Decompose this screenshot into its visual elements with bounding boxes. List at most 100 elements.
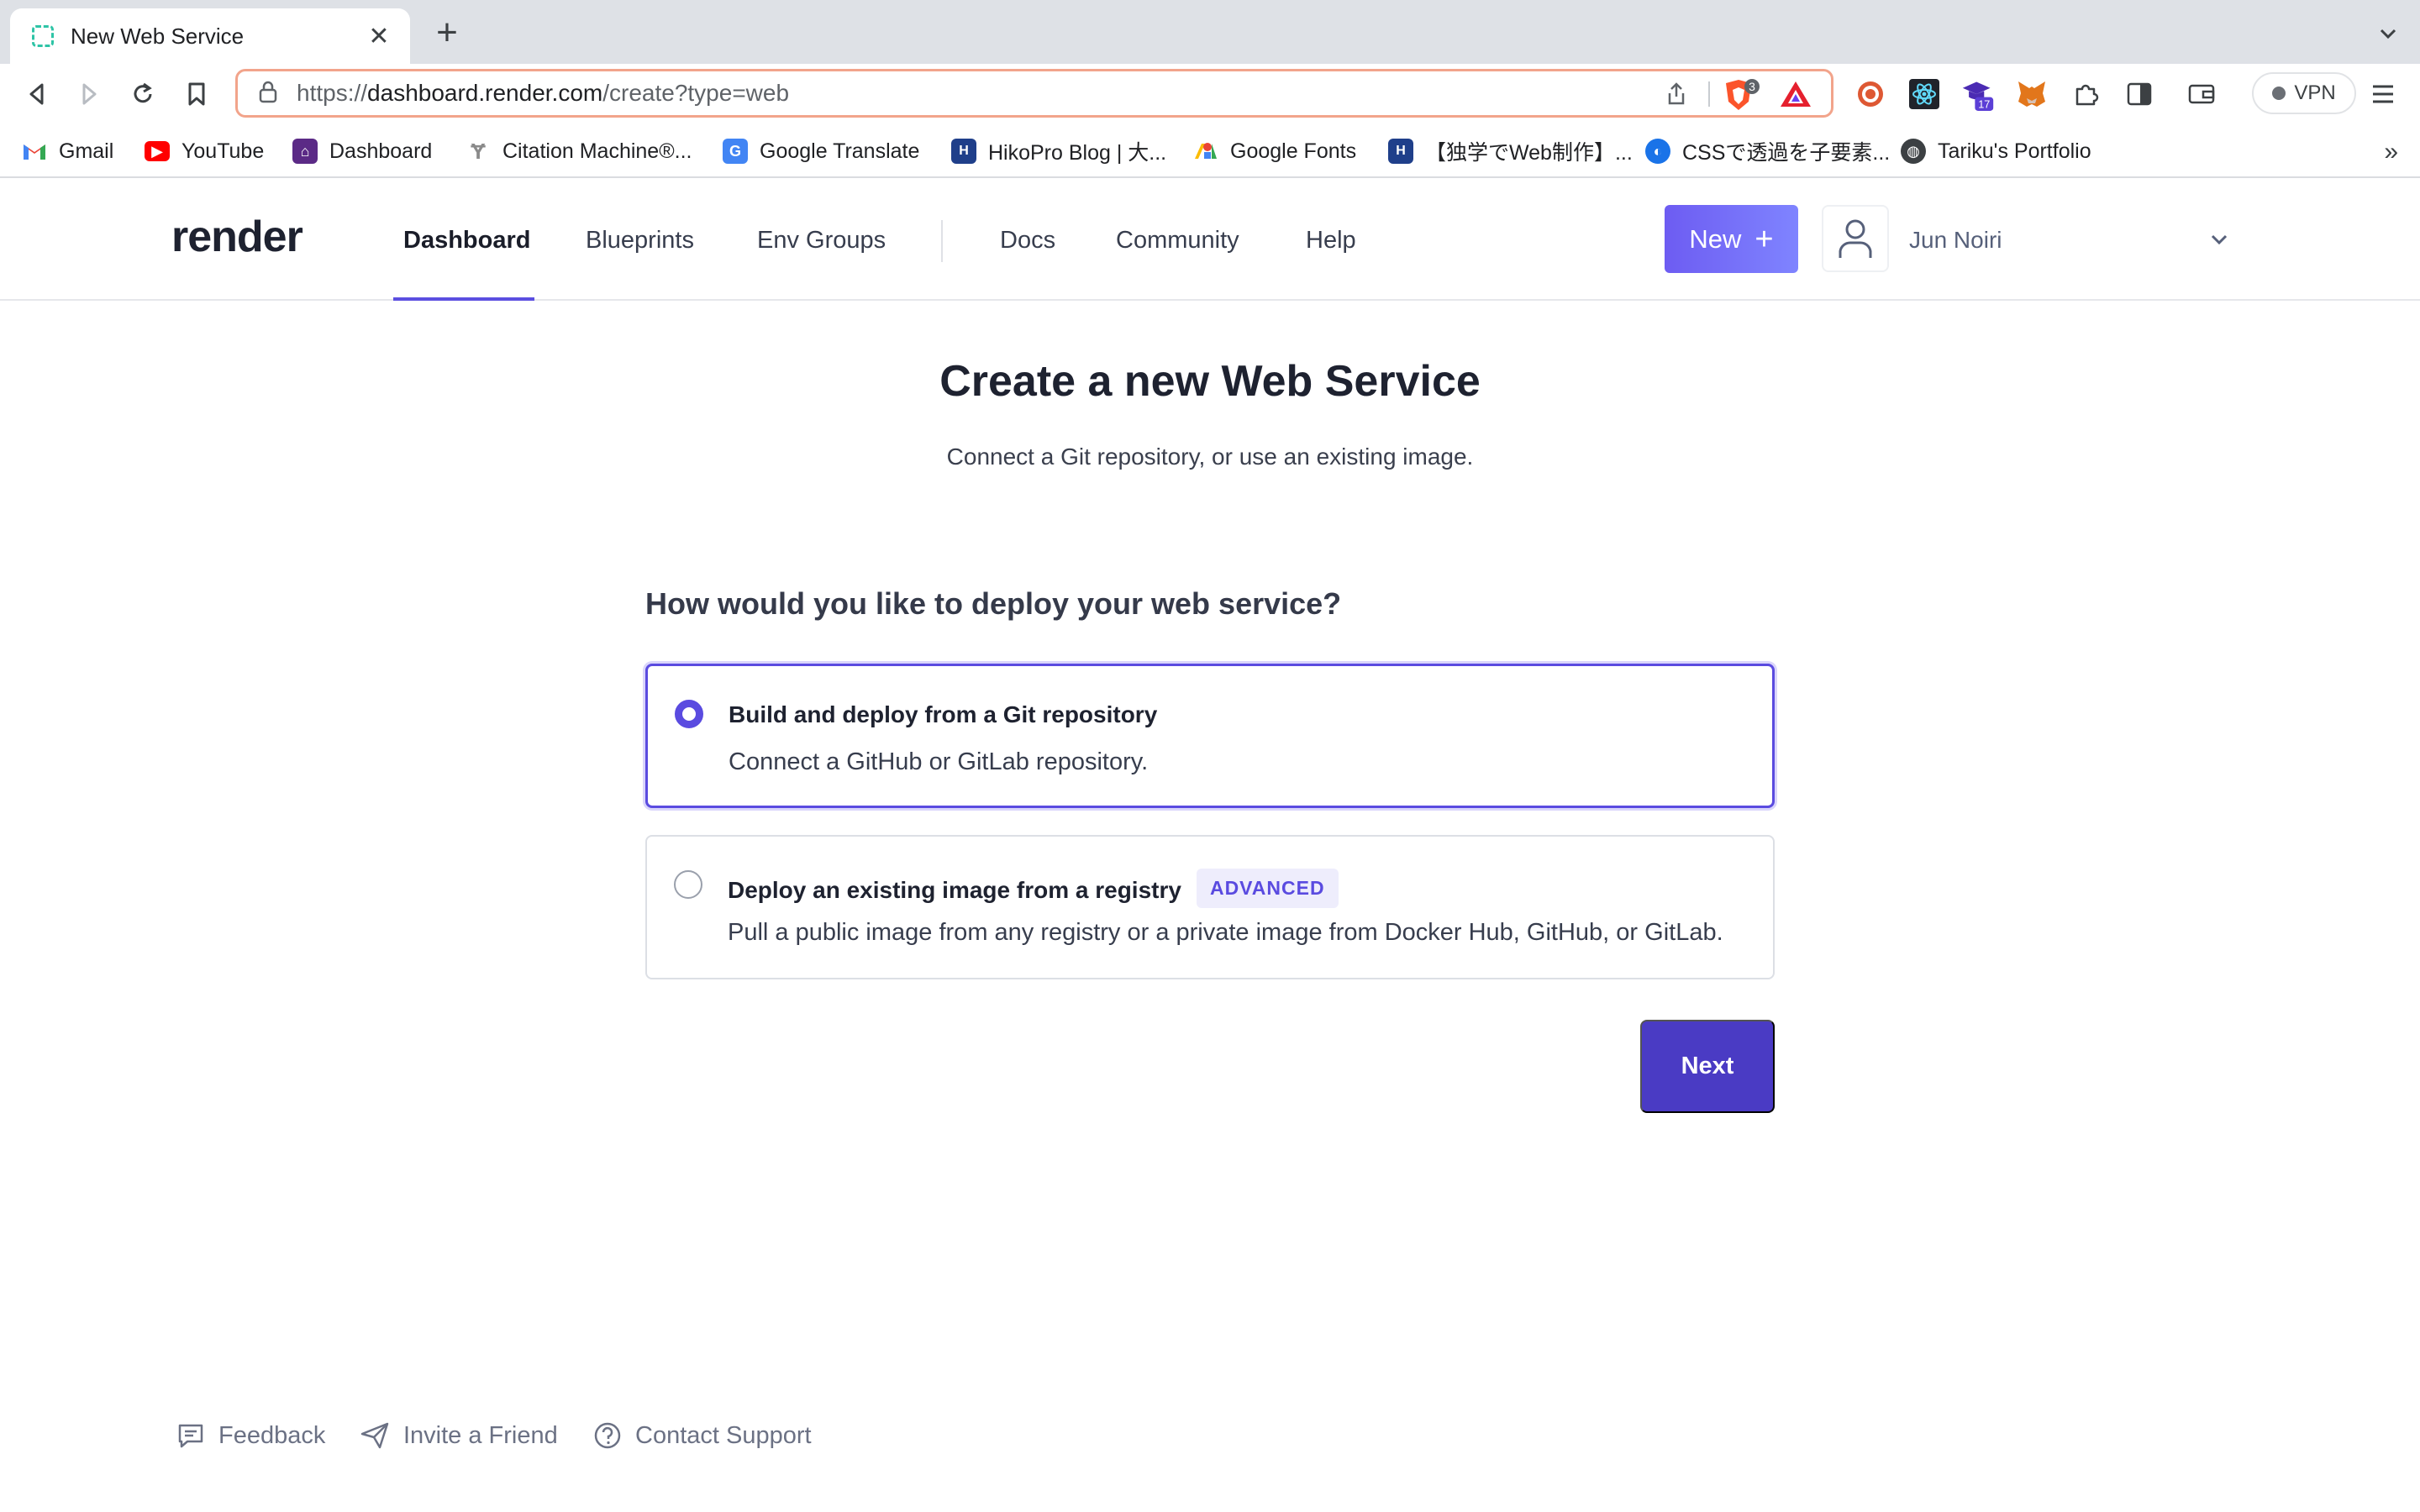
browser-tab-bar: New Web Service ✕ + [0,0,2420,64]
browser-toolbar: https://dashboard.render.com/create?type… [0,64,2420,124]
bookmark-icon[interactable] [178,76,215,113]
brave-rewards-icon[interactable] [1779,80,1812,113]
active-nav-indicator [393,297,534,301]
bookmark-google-translate[interactable]: G Google Translate [723,136,919,166]
react-devtools-extension-icon[interactable] [1907,77,1941,111]
url-host: dashboard.render.com [367,80,603,106]
css-site-icon: ◐ [1645,139,1670,164]
google-translate-icon: G [723,139,748,164]
shield-count: 3 [1749,80,1755,93]
hikopro-icon: H [951,139,976,164]
contact-support-label: Contact Support [635,1421,812,1449]
wallet-icon[interactable] [2185,77,2218,111]
send-icon [360,1422,389,1449]
page-title-prefix: Create a new [939,357,1210,406]
tab-search-chevron-icon[interactable] [2375,20,2402,47]
browser-tab[interactable]: New Web Service ✕ [10,8,410,64]
bookmark-google-fonts[interactable]: Google Fonts [1193,136,1356,166]
bookmark-web-seisaku[interactable]: H 【独学でWeb制作】... [1388,136,1633,166]
address-bar-divider [1708,81,1710,107]
feedback-label: Feedback [218,1421,326,1449]
extensions-puzzle-icon[interactable] [2069,77,2102,111]
option-git-repository[interactable]: Build and deploy from a Git repository C… [645,664,1775,808]
share-icon[interactable] [1665,81,1688,111]
bookmark-citation-machine[interactable]: Ɏ Citation Machine®... [466,136,692,166]
metamask-fox-icon[interactable] [2015,77,2049,111]
address-bar[interactable]: https://dashboard.render.com/create?type… [235,69,1833,118]
gmail-icon [22,139,47,164]
deploy-method-question: How would you like to deploy your web se… [645,586,1342,621]
nav-dashboard[interactable]: Dashboard [403,227,530,255]
nav-divider [941,220,943,262]
page-subtitle: Connect a Git repository, or use an exis… [946,444,1474,470]
option-existing-image[interactable]: Deploy an existing image from a registry… [645,835,1775,979]
bookmark-dashboard[interactable]: ⌂ Dashboard [292,136,432,166]
back-icon[interactable] [18,76,55,113]
user-name[interactable]: Jun Noiri [1909,227,2002,254]
invite-friend-link[interactable]: Invite a Friend [360,1421,558,1450]
bookmark-youtube[interactable]: ▶ YouTube [145,136,264,166]
nav-help[interactable]: Help [1306,227,1356,255]
avatar[interactable] [1822,205,1889,272]
reload-icon[interactable] [124,76,161,113]
bookmark-css-article[interactable]: ◐ CSSで透過を子要素... [1645,136,1890,166]
nav-community[interactable]: Community [1116,227,1239,255]
new-button-label: New [1689,223,1742,254]
site-header: render Dashboard Blueprints Env Groups D… [0,178,2420,301]
render-favicon-icon [32,25,54,47]
dashboard-icon: ⌂ [292,139,318,164]
bookmark-hikopro[interactable]: H HikoPro Blog | 大... [951,136,1166,166]
browser-menu-icon[interactable] [2366,77,2400,111]
nav-env-groups[interactable]: Env Groups [757,227,886,255]
url-text: https://dashboard.render.com/create?type… [297,80,789,107]
vpn-label: VPN [2294,81,2336,104]
bookmarks-bar: Gmail ▶ YouTube ⌂ Dashboard Ɏ Citation M… [0,124,2420,178]
help-circle-icon [594,1422,621,1449]
option-title: Build and deploy from a Git repository [729,701,1157,728]
page-title-service-type: Web Service [1221,357,1481,406]
feedback-icon [178,1424,203,1448]
brave-shield-icon[interactable]: 3 [1722,78,1760,116]
option-title: Deploy an existing image from a registry… [728,869,1339,908]
invite-friend-label: Invite a Friend [403,1421,558,1449]
bookmark-gmail[interactable]: Gmail [22,136,113,166]
bookmark-label: Citation Machine®... [502,139,692,163]
render-logo[interactable]: render [171,212,303,262]
lock-icon[interactable] [258,80,278,108]
vpn-status-icon [2272,87,2286,100]
duckduckgo-extension-icon[interactable] [1854,77,1887,111]
url-scheme: https:// [297,80,368,106]
chevron-down-icon[interactable] [2205,225,2233,258]
bookmark-label: Gmail [59,139,114,163]
graduation-cap-extension-icon[interactable]: 17 [1961,77,1995,111]
new-tab-button[interactable]: + [430,14,464,51]
bookmark-label: 【独学でWeb制作】... [1425,141,1633,165]
youtube-icon: ▶ [145,141,170,161]
radio-git-repository[interactable] [675,700,703,728]
radio-existing-image[interactable] [674,870,702,899]
google-fonts-icon [1193,139,1218,164]
tab-close-icon[interactable]: ✕ [365,22,393,51]
forward-icon[interactable] [71,76,108,113]
sidebar-toggle-icon[interactable] [2123,77,2156,111]
globe-icon: ◍ [1901,139,1926,164]
contact-support-link[interactable]: Contact Support [593,1421,812,1450]
hikopro-icon-2: H [1388,139,1413,164]
citation-machine-icon: Ɏ [471,138,486,164]
bookmark-tariku-portfolio[interactable]: ◍ Tariku's Portfolio [1901,136,2091,166]
vpn-button[interactable]: VPN [2252,72,2356,114]
next-button[interactable]: Next [1640,1020,1775,1113]
option-description: Connect a GitHub or GitLab repository. [729,748,1149,775]
user-icon [1839,219,1872,258]
bookmark-label: Tariku's Portfolio [1938,139,2091,163]
bookmarks-overflow-button[interactable]: » [2384,138,2398,166]
new-button[interactable]: New + [1665,205,1798,273]
bookmark-label: Google Translate [760,139,920,163]
bookmark-label: CSSで透過を子要素... [1682,141,1891,165]
page-title: Create a new Web Service [0,356,2420,407]
nav-blueprints[interactable]: Blueprints [586,227,694,255]
nav-docs[interactable]: Docs [1000,227,1055,255]
bookmark-label: YouTube [182,139,265,163]
extension-badge-count: 17 [1978,97,1990,110]
feedback-link[interactable]: Feedback [176,1421,325,1450]
